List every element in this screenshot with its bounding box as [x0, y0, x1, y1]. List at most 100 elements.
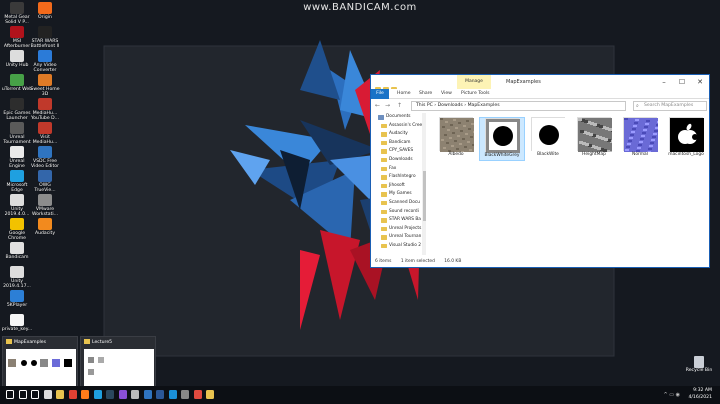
desktop-icon[interactable]: Unity 2019.4.17... [0, 266, 34, 289]
navigation-pane[interactable]: Documents Assassin's Cree Audacity Bandicam… [375, 113, 425, 255]
folder-icon [381, 183, 387, 189]
file-name: BlackWhiteGrey [480, 152, 524, 160]
desktop-icon[interactable]: Audacity [28, 218, 62, 236]
file-item[interactable]: Normal [617, 117, 663, 159]
tab-home[interactable]: Home [397, 89, 411, 99]
photos-icon[interactable] [168, 390, 177, 399]
breadcrumb-mapexamples[interactable]: MapExamples [468, 103, 500, 108]
clock[interactable]: 9:32 AM 4/16/2021 [688, 388, 712, 401]
taskbar-preview-lecture5[interactable]: Lecture5 [80, 336, 156, 392]
nav-item[interactable]: STAR WARS Ba [375, 216, 424, 225]
settings-icon[interactable] [181, 390, 189, 399]
app-icon [10, 26, 24, 38]
manage-tab[interactable]: Manage [457, 75, 491, 89]
vscode-icon[interactable] [143, 390, 152, 399]
tab-share[interactable]: Share [419, 89, 432, 99]
unity-icon[interactable] [43, 390, 52, 399]
file-item[interactable]: HeightMap [571, 117, 617, 159]
folder-icon[interactable] [206, 390, 214, 399]
nav-item[interactable]: Downloads [375, 156, 424, 165]
up-icon[interactable]: ↑ [397, 102, 402, 109]
file-thumbnail [485, 118, 520, 153]
nav-item[interactable]: Fax [375, 165, 424, 174]
folder-icon [381, 218, 387, 223]
desktop-icon-label: Visit MediaHu... [32, 135, 58, 146]
file-item[interactable]: Albedo [433, 117, 479, 159]
folder-icon [381, 140, 387, 146]
breadcrumb-downloads[interactable]: Downloads [438, 103, 463, 108]
nav-item[interactable]: My Games [375, 190, 424, 199]
maximize-button[interactable]: ☐ [673, 75, 691, 89]
nav-item[interactable]: CPY_SAVES [375, 147, 424, 156]
file-item[interactable]: macintosh_Logo [663, 117, 709, 159]
nav-item-label: Documents [386, 114, 411, 119]
desktop-icon[interactable]: Bandicam [0, 242, 34, 260]
file-item[interactable]: BlackWhiteGrey [479, 117, 525, 161]
nav-item[interactable]: Sound recordi [375, 208, 424, 217]
nav-item[interactable]: Unreal Tournan [375, 233, 424, 242]
folder-icon [381, 192, 387, 197]
chrome-icon[interactable] [68, 390, 77, 399]
recycle-bin[interactable]: Recycle Bin [684, 356, 714, 373]
word-icon[interactable] [156, 390, 164, 399]
nav-item[interactable]: Jihosoft [375, 182, 424, 191]
tab-file[interactable]: File [371, 89, 389, 99]
desktop-icon[interactable]: Sweet Home 3D [28, 74, 62, 97]
tab-view[interactable]: View [441, 89, 452, 99]
file-thumbnail [577, 117, 615, 154]
app-icon [10, 218, 24, 230]
close-button[interactable]: ✕ [691, 75, 709, 89]
edge-icon[interactable] [93, 390, 102, 399]
quick-access-toolbar[interactable] [375, 78, 411, 93]
nav-item-label: My Games [389, 191, 412, 197]
back-icon[interactable]: ← [375, 102, 380, 109]
desktop-icon[interactable]: MediaHu... YouTube D... [28, 98, 62, 121]
desktop-icon[interactable]: Origin [28, 2, 62, 20]
nav-item[interactable]: Bandicam [375, 139, 424, 148]
file-list[interactable]: Albedo BlackWhiteGrey BlackWite HeightMap No… [433, 113, 709, 255]
explorer-icon[interactable] [56, 390, 64, 399]
explorer-window[interactable]: Manage MapExamples – ☐ ✕ File Home Share… [370, 74, 710, 268]
ribbon-tabs: File Home Share View Picture Tools [371, 89, 709, 99]
nav-item[interactable]: Visual Studio 2 [375, 242, 424, 251]
tab-picture-tools[interactable]: Picture Tools [461, 89, 490, 99]
file-item[interactable]: BlackWite [525, 117, 571, 159]
breadcrumb-this-pc[interactable]: This PC [416, 103, 433, 108]
nav-item[interactable]: Documents [375, 113, 424, 122]
nav-item[interactable]: Assassin's Cree [375, 122, 424, 131]
nav-item-label: Downloads [389, 156, 413, 162]
firefox-icon[interactable] [81, 390, 89, 399]
media-icon[interactable] [118, 390, 127, 399]
nav-item[interactable]: FlashIntegro [375, 173, 424, 182]
search-icon[interactable] [18, 390, 27, 399]
desktop-icon[interactable]: Any Video Converter [28, 50, 62, 73]
task-view-icon[interactable] [31, 390, 39, 399]
desktop-icon[interactable]: VSDC Free Video Editor [28, 146, 62, 169]
title-bar[interactable]: Manage MapExamples – ☐ ✕ [371, 75, 709, 93]
nav-item[interactable]: Scanned Docu [375, 199, 424, 208]
address-bar[interactable]: This PC › Downloads › MapExamples [411, 101, 626, 111]
minimize-button[interactable]: – [655, 75, 673, 89]
desktop-icon[interactable]: OWG TrueVie... [28, 170, 62, 193]
taskbar-preview-mapexamples[interactable]: MapExamples [2, 336, 78, 392]
nav-scrollbar[interactable] [422, 113, 426, 255]
steam-icon[interactable] [106, 390, 114, 399]
folder-icon [381, 149, 387, 154]
desktop-icon[interactable]: private_key... [0, 314, 34, 332]
unreal-icon[interactable] [131, 390, 139, 399]
nav-item[interactable]: Audacity [375, 130, 424, 139]
forward-icon[interactable]: → [385, 102, 390, 109]
app-icon [38, 122, 52, 134]
system-tray[interactable]: ^ ▭ ◉ [664, 392, 680, 398]
desktop-icon[interactable]: VMware Workstati... [28, 194, 62, 217]
folder-icon [378, 115, 384, 120]
desktop-icon[interactable]: 5KPlayer [0, 290, 34, 308]
start-icon[interactable] [6, 390, 14, 399]
nav-item[interactable]: Unreal Projects [375, 225, 424, 234]
app-icon [38, 170, 52, 182]
folder-icon [381, 243, 387, 249]
desktop-icon[interactable]: STAR WARS Battlefront II [28, 26, 62, 49]
desktop-icon[interactable]: Visit MediaHu... [28, 122, 62, 145]
search-input[interactable]: ⌕ Search MapExamples [633, 101, 707, 111]
bandicam-icon[interactable] [193, 390, 202, 399]
